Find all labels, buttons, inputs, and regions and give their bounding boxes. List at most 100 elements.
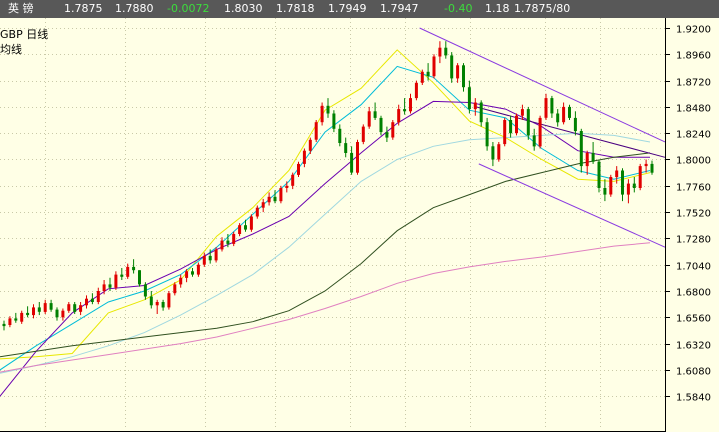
candle-body <box>644 163 648 167</box>
candle-body <box>2 323 6 327</box>
high-price: 1.7949 <box>328 2 367 15</box>
y-tick-label: 1.7040 <box>676 262 711 273</box>
candle-up <box>356 139 359 175</box>
y-tick-label: 1.8000 <box>676 156 711 167</box>
candle-body <box>509 120 513 134</box>
candle-body <box>108 284 112 288</box>
candle-body <box>191 271 194 275</box>
candle-body <box>14 318 18 321</box>
candle-down <box>450 52 454 83</box>
candle-body <box>114 274 118 288</box>
candlestick-chart[interactable]: 1.9200 1.8960 1.8720 1.8480 1.8240 1.8000 1.77… <box>0 18 719 432</box>
candle-body <box>267 196 271 203</box>
candle-body <box>185 271 189 278</box>
candle-body <box>26 312 30 316</box>
candle-body <box>621 170 624 195</box>
ratio-value: 1.18 <box>485 2 510 15</box>
candle-body <box>350 152 354 173</box>
candle-body <box>73 304 77 312</box>
candle-body <box>479 102 483 123</box>
candle-up <box>320 102 324 126</box>
candle-up <box>414 80 418 101</box>
candle-body <box>538 117 542 147</box>
candle-body <box>579 131 583 167</box>
candle-body <box>132 266 136 271</box>
candle-body <box>255 207 259 217</box>
candle-body <box>161 302 165 308</box>
symbol-label: GBP 日线 <box>0 27 48 41</box>
candle-body <box>397 109 401 123</box>
y-tick-label: 1.8960 <box>676 51 711 62</box>
candle-down <box>485 117 489 151</box>
candle-body <box>409 98 412 112</box>
candle-up <box>297 161 300 177</box>
candle-body <box>37 307 41 312</box>
candle-body <box>291 174 295 186</box>
candle-body <box>143 284 147 297</box>
low-price: 1.7818 <box>276 2 315 15</box>
candle-up <box>314 120 318 142</box>
candle-body <box>532 135 536 147</box>
candle-body <box>609 177 613 195</box>
candle-down <box>568 104 571 120</box>
candle-body <box>426 71 430 77</box>
candle-body <box>79 305 83 312</box>
candle-body <box>391 122 395 138</box>
y-tick-label: 1.5840 <box>676 393 711 404</box>
candle-body <box>285 185 289 188</box>
last-price: 1.7875 <box>64 2 103 15</box>
candle-body <box>462 65 465 88</box>
pct-change: -0.40 <box>444 2 473 15</box>
candle-body <box>90 298 94 302</box>
candle-up <box>420 69 424 85</box>
plot-area[interactable] <box>0 18 665 432</box>
candle-body <box>179 277 183 285</box>
y-tick-label: 1.7280 <box>676 235 711 246</box>
candle-body <box>456 65 460 79</box>
candle-body <box>526 109 530 136</box>
candle-body <box>102 284 106 291</box>
candle-body <box>485 122 489 147</box>
instrument-name: 英 镑 <box>8 2 34 15</box>
candle-body <box>138 270 141 285</box>
candle-body <box>615 170 619 178</box>
y-tick-label: 1.8480 <box>676 104 711 115</box>
candle-body <box>214 249 218 261</box>
candle-body <box>120 274 124 277</box>
candle-body <box>650 163 654 173</box>
candle-body <box>597 161 601 188</box>
candle-body <box>43 303 47 312</box>
candle-body <box>603 188 607 195</box>
candle-body <box>515 115 518 134</box>
candle-up <box>432 54 436 79</box>
candle-body <box>438 47 442 57</box>
candle-body <box>244 225 247 230</box>
y-tick-label: 1.6320 <box>676 341 711 352</box>
candle-body <box>420 71 424 83</box>
candle-body <box>444 47 448 56</box>
candle-up <box>503 117 507 147</box>
candle-body <box>550 98 554 114</box>
candle-body <box>273 196 277 202</box>
candle-body <box>167 293 171 308</box>
candle-body <box>202 255 206 265</box>
candle-body <box>297 163 300 175</box>
candle-body <box>356 142 359 173</box>
candle-body <box>302 150 306 164</box>
candle-up <box>214 247 218 263</box>
candle-body <box>32 307 35 316</box>
candle-body <box>338 128 342 143</box>
candle-body <box>67 304 71 311</box>
candle-down <box>138 270 141 287</box>
candle-up <box>167 291 171 310</box>
candle-body <box>332 113 336 129</box>
candle-body <box>261 202 265 208</box>
candle-body <box>20 312 24 322</box>
candle-body <box>326 105 330 114</box>
candle-body <box>8 318 12 325</box>
y-tick-label: 1.9200 <box>676 25 711 36</box>
y-tick-label: 1.7520 <box>676 209 711 220</box>
quote-bar: 英 镑 1.7875 1.7880 -0.0072 1.8030 1.7818 … <box>0 0 719 18</box>
candle-body <box>208 255 212 261</box>
candle-body <box>196 264 200 275</box>
